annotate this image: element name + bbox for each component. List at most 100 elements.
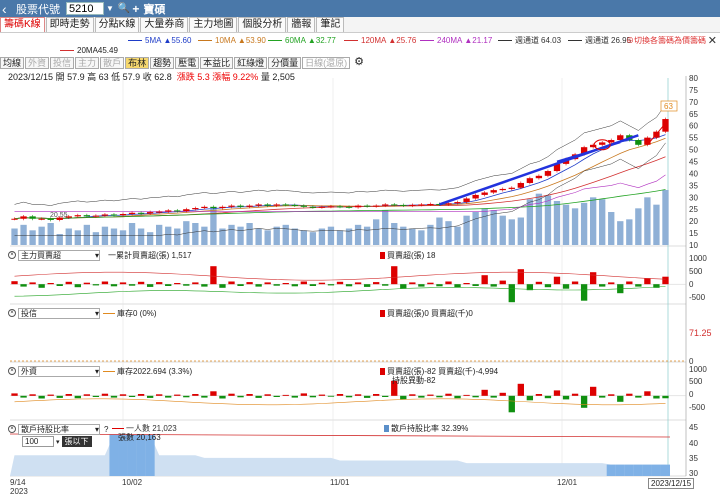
- price-tick-label: 55: [689, 134, 698, 143]
- trust-price-tag: 71.25: [689, 328, 712, 338]
- candle-body: [382, 204, 389, 206]
- candle-body: [354, 205, 362, 208]
- volume-bar: [373, 219, 380, 245]
- close-panel-icon[interactable]: ×: [8, 309, 16, 317]
- close-panel-icon[interactable]: ×: [8, 425, 16, 433]
- main-force-bar: [363, 284, 371, 287]
- foreign-bar: [110, 395, 118, 398]
- price-tick-label: 65: [689, 110, 698, 119]
- main-force-bar: [373, 282, 380, 285]
- lot-threshold-value[interactable]: 100: [22, 436, 54, 447]
- foreign-bar: [282, 394, 289, 396]
- volume-bar: [165, 226, 172, 245]
- close-panel-icon[interactable]: ×: [8, 367, 16, 375]
- main-force-bar: [156, 282, 163, 285]
- holders-ratio-bar: [624, 464, 634, 476]
- foreign-bar: [644, 391, 651, 396]
- foreign-bar: [418, 395, 425, 398]
- candle-body: [544, 171, 552, 176]
- candle-body: [472, 194, 479, 199]
- volume-bar: [445, 221, 452, 245]
- holders-axis-label: 35: [689, 454, 698, 463]
- price-tick-label: 20: [689, 217, 698, 226]
- main-force-bar: [400, 284, 407, 289]
- candle-body: [463, 198, 470, 203]
- main-force-bar: [165, 284, 172, 286]
- candle-body: [499, 188, 506, 191]
- main-force-bar: [327, 284, 335, 286]
- foreign-bar: [74, 395, 81, 399]
- candle-body: [210, 206, 217, 209]
- volume-bar: [237, 226, 244, 245]
- main-force-bar: [553, 276, 561, 285]
- foreign-bar: [318, 394, 326, 396]
- volume-bar: [454, 226, 461, 245]
- main-force-bar: [183, 284, 190, 286]
- foreign-axis-label: 500: [689, 377, 703, 386]
- close-panel-icon[interactable]: ×: [8, 251, 16, 259]
- main-force-bar: [544, 284, 552, 288]
- date-label: 9/14: [10, 478, 26, 487]
- holders-ratio-bar: [651, 464, 661, 476]
- volume-bar: [101, 226, 109, 245]
- foreign-bar: [65, 394, 72, 396]
- date-label: 11/01: [330, 478, 350, 487]
- volume-bar: [472, 212, 479, 245]
- foreign-bar: [436, 395, 443, 398]
- holders-ratio-legend: 散戶持股比率 32.39%: [384, 423, 468, 434]
- foreign-holding-change: 持股異動-82: [392, 376, 436, 385]
- foreign-select[interactable]: 外資 ▾: [18, 365, 100, 377]
- foreign-bar: [192, 394, 199, 396]
- holders-axis-label: 45: [689, 423, 698, 432]
- price-tick-label: 75: [689, 86, 698, 95]
- main-force-axis-label: -500: [689, 293, 706, 302]
- candle-body: [427, 203, 434, 205]
- foreign-bar: [29, 394, 36, 396]
- foreign-bar: [499, 392, 506, 396]
- main-force-select[interactable]: 主力買賣超 ▾: [18, 249, 100, 261]
- high-tag: 63: [664, 102, 673, 111]
- main-force-bar: [644, 278, 651, 285]
- help-icon[interactable]: ?: [104, 425, 108, 434]
- main-force-bar: [445, 281, 452, 285]
- volume-bar: [146, 232, 154, 245]
- foreign-panel-header: × 外資 ▾: [0, 365, 100, 377]
- volume-bar: [128, 223, 136, 245]
- holders-select[interactable]: 散戶持股比率 ▾: [18, 423, 100, 435]
- candle-body: [110, 214, 118, 216]
- main-force-line-legend: 一累計買賣超(張) 1,517: [108, 251, 192, 260]
- main-force-bar: [309, 284, 317, 286]
- foreign-bar: [508, 395, 515, 413]
- foreign-bar: [635, 395, 642, 398]
- trust-line-legend: 庫存0 (0%): [103, 308, 157, 319]
- foreign-bar: [580, 395, 588, 408]
- chevron-down-icon[interactable]: ▾: [56, 438, 60, 446]
- candle-body: [29, 216, 36, 219]
- volume-bar: [391, 223, 398, 245]
- main-force-bar: [11, 281, 18, 285]
- holders-lots-legend: 張數 20,163: [118, 433, 161, 442]
- foreign-bar: [599, 395, 606, 398]
- candle-body: [146, 212, 154, 214]
- volume-bar: [282, 224, 289, 245]
- candle-body: [617, 135, 624, 141]
- main-force-bar: [237, 284, 244, 286]
- main-force-axis-label: 500: [689, 267, 703, 276]
- volume-bar: [644, 197, 651, 245]
- price-tick-label: 70: [689, 98, 698, 107]
- foreign-bar: [626, 393, 633, 396]
- chart-canvas[interactable]: 80 75 70 65 60 55 50 45 40 35 30 25 20 15 10 63 20.55 100…: [0, 0, 720, 496]
- price-tick-label: 30: [689, 193, 698, 202]
- candle-body: [282, 204, 289, 206]
- trust-select[interactable]: 投信 ▾: [18, 307, 100, 319]
- foreign-bar: [101, 393, 109, 396]
- foreign-axis-label: 0: [689, 390, 694, 399]
- volume-bar: [418, 230, 425, 245]
- main-force-bar: [74, 284, 81, 288]
- foreign-bar: [47, 394, 54, 396]
- price-tick-label: 50: [689, 146, 698, 155]
- volume-bar: [291, 228, 298, 245]
- volume-bar: [264, 230, 271, 245]
- foreign-bar: [481, 389, 488, 396]
- main-force-axis-label: 0: [689, 280, 694, 289]
